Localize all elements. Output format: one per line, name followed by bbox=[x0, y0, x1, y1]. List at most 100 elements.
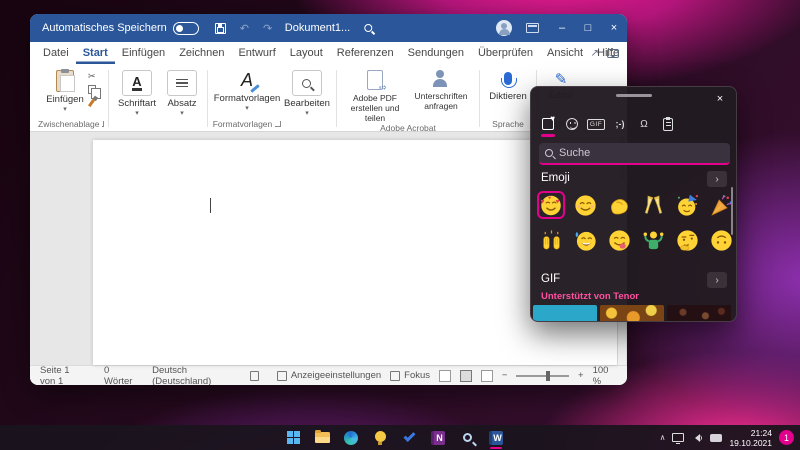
read-mode-icon[interactable] bbox=[439, 370, 451, 382]
gif-thumbnail[interactable] bbox=[533, 305, 597, 322]
copy-icon[interactable] bbox=[88, 85, 96, 94]
notification-badge[interactable]: 1 bbox=[779, 430, 794, 445]
emoji-search[interactable] bbox=[539, 143, 730, 165]
windows-start-icon bbox=[287, 431, 300, 444]
tab-sendungen[interactable]: Sendungen bbox=[401, 42, 471, 64]
gif-thumbnail[interactable] bbox=[667, 305, 731, 322]
close-button[interactable]: × bbox=[601, 14, 627, 42]
styles-button[interactable]: A Formatvorlagen ▾ bbox=[214, 68, 281, 111]
tab-start[interactable]: Start bbox=[76, 42, 115, 64]
emoji-smiling-face-with-hearts[interactable]: ♥♥♥ bbox=[537, 191, 565, 219]
styles-icon: A bbox=[241, 70, 253, 91]
emoji-grinning-face-with-sweat[interactable] bbox=[571, 226, 599, 254]
account-avatar[interactable] bbox=[496, 20, 512, 36]
start-button[interactable] bbox=[281, 426, 305, 449]
tab-entwurf[interactable]: Entwurf bbox=[231, 42, 282, 64]
undo-icon[interactable]: ↶ bbox=[240, 22, 249, 35]
file-explorer-button[interactable] bbox=[310, 426, 334, 449]
zoom-level[interactable]: 100 % bbox=[593, 365, 617, 386]
tab-ueberpruefen[interactable]: Überprüfen bbox=[471, 42, 540, 64]
tab-gif[interactable]: GIF bbox=[584, 113, 608, 135]
emoji-person-shrugging[interactable] bbox=[639, 226, 667, 254]
tab-zeichnen[interactable]: Zeichnen bbox=[172, 42, 231, 64]
tab-kaomoji[interactable]: ;-) bbox=[608, 113, 632, 135]
tab-clipboard[interactable] bbox=[656, 113, 680, 135]
zoom-slider[interactable] bbox=[516, 371, 569, 381]
emoji-thinking-face[interactable] bbox=[673, 226, 701, 254]
emoji-clinking-glasses[interactable] bbox=[639, 191, 667, 219]
checkmark-icon bbox=[403, 429, 415, 441]
ribbon-display-options-icon[interactable] bbox=[526, 23, 539, 33]
emoji-row-2 bbox=[537, 226, 735, 254]
minimize-button[interactable]: – bbox=[549, 14, 575, 42]
format-painter-icon[interactable] bbox=[88, 99, 95, 107]
tray-overflow-chevron-icon[interactable]: ∧ bbox=[660, 433, 666, 442]
search-input[interactable] bbox=[559, 147, 709, 159]
language-indicator[interactable]: Deutsch (Deutschland) bbox=[152, 365, 232, 386]
tab-symbols[interactable]: Ω bbox=[632, 113, 656, 135]
gif-thumbnail[interactable] bbox=[600, 305, 664, 322]
emoji-partying-face[interactable] bbox=[673, 191, 701, 219]
clock[interactable]: 21:24 19.10.2021 bbox=[729, 428, 772, 448]
emoji-row-1: ♥♥♥ bbox=[537, 191, 735, 219]
zoom-in-button[interactable]: + bbox=[578, 370, 584, 381]
emoji-smiling-face[interactable] bbox=[571, 191, 599, 219]
network-icon[interactable] bbox=[672, 433, 684, 442]
desktop-wallpaper[interactable]: Automatisches Speichern ↶ ↷ ▾ Dokument1.… bbox=[0, 0, 800, 450]
paste-button[interactable]: Einfügen ▾ bbox=[46, 68, 84, 112]
dialog-launcher-icon[interactable] bbox=[275, 121, 281, 127]
tab-layout[interactable]: Layout bbox=[283, 42, 330, 64]
todo-button[interactable] bbox=[397, 426, 421, 449]
emoji-more-button[interactable]: › bbox=[707, 171, 727, 187]
search-icon[interactable] bbox=[364, 24, 372, 32]
web-layout-icon[interactable] bbox=[481, 370, 493, 382]
pdf-file-icon bbox=[367, 70, 383, 90]
redo-icon[interactable]: ↷ bbox=[263, 22, 272, 35]
drag-handle[interactable] bbox=[616, 94, 652, 97]
zoom-slider-thumb[interactable] bbox=[546, 371, 550, 381]
save-icon[interactable] bbox=[215, 23, 226, 34]
font-button[interactable]: A Schriftart ▾ bbox=[118, 68, 156, 116]
display-settings-button[interactable]: Anzeigeeinstellungen bbox=[277, 370, 381, 381]
word-count[interactable]: 0 Wörter bbox=[104, 365, 134, 386]
onenote-button[interactable]: N bbox=[426, 426, 450, 449]
emoji-raising-hands[interactable] bbox=[537, 226, 565, 254]
emoji-flexed-biceps[interactable] bbox=[605, 191, 633, 219]
camera-tray-icon[interactable] bbox=[710, 434, 722, 442]
share-icon[interactable]: ↗ bbox=[591, 48, 599, 59]
search-app-button[interactable] bbox=[455, 426, 479, 449]
focus-button[interactable]: Fokus bbox=[390, 370, 430, 381]
tab-emoji[interactable] bbox=[560, 113, 584, 135]
page-indicator[interactable]: Seite 1 von 1 bbox=[40, 365, 86, 386]
accessibility-icon[interactable] bbox=[250, 371, 259, 381]
tab-referenzen[interactable]: Referenzen bbox=[330, 42, 401, 64]
edge-button[interactable] bbox=[339, 426, 363, 449]
emoji-face-savoring-food[interactable] bbox=[605, 226, 633, 254]
tab-datei[interactable]: Datei bbox=[36, 42, 76, 64]
tab-einfuegen[interactable]: Einfügen bbox=[115, 42, 172, 64]
create-pdf-button[interactable]: Adobe PDF erstellen und teilen bbox=[344, 68, 406, 123]
gif-more-button[interactable]: › bbox=[707, 272, 727, 288]
dialog-launcher-icon[interactable] bbox=[102, 121, 104, 127]
print-layout-icon[interactable] bbox=[460, 370, 472, 382]
request-signatures-button[interactable]: Unterschriften anfragen bbox=[410, 68, 472, 111]
panel-scrollbar[interactable] bbox=[731, 187, 734, 235]
tab-puia[interactable]: Puia bbox=[626, 42, 627, 64]
volume-icon[interactable] bbox=[691, 434, 700, 442]
autosave-toggle[interactable] bbox=[173, 22, 199, 35]
tab-recent[interactable] bbox=[536, 113, 560, 135]
tab-ansicht[interactable]: Ansicht bbox=[540, 42, 590, 64]
editing-button[interactable]: Bearbeiten ▾ bbox=[284, 68, 330, 116]
dictate-button[interactable]: Diktieren bbox=[489, 68, 527, 102]
autosave-toggle-group[interactable]: Automatisches Speichern bbox=[42, 22, 199, 35]
paragraph-button[interactable]: Absatz ▾ bbox=[167, 68, 197, 116]
zoom-out-button[interactable]: − bbox=[502, 370, 508, 381]
word-button[interactable]: W bbox=[484, 426, 508, 449]
symbols-icon: Ω bbox=[640, 119, 647, 130]
lamp-app-button[interactable] bbox=[368, 426, 392, 449]
cut-icon[interactable]: ✂ bbox=[88, 71, 96, 82]
svg-text:♥: ♥ bbox=[556, 198, 560, 205]
comments-icon[interactable] bbox=[607, 49, 619, 58]
panel-close-icon[interactable]: × bbox=[712, 91, 728, 107]
maximize-button[interactable]: □ bbox=[575, 14, 601, 42]
